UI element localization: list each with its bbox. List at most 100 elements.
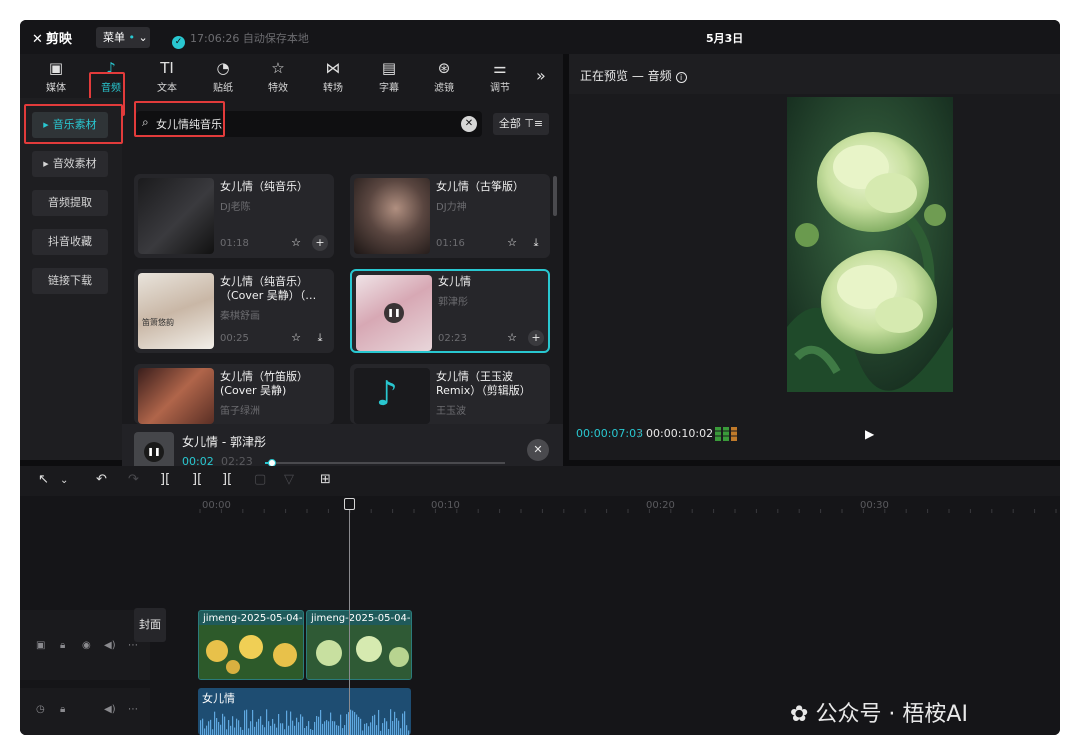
thumbnail-caption: 笛箫悠韵	[142, 318, 174, 327]
filter-label: 全部	[498, 117, 521, 130]
split-icon[interactable]: ][	[160, 472, 170, 487]
speaker-icon[interactable]: ◀)	[104, 640, 116, 651]
sub-nav-audio-extract[interactable]: 音频提取	[32, 190, 108, 216]
sub-nav-link-download[interactable]: 链接下载	[32, 268, 108, 294]
project-date: 5月3日	[706, 32, 744, 45]
favorite-icon[interactable]: ☆	[504, 330, 520, 346]
audio-sub-nav: ▶ 音乐素材 ▶ 音效素材 音频提取 抖音收藏 链接下载	[20, 98, 122, 460]
tab-subtitle[interactable]: ▤ 字幕	[365, 58, 413, 96]
undo-icon[interactable]: ↶	[96, 472, 107, 487]
marker-icon[interactable]: ▽	[284, 472, 294, 487]
redo-icon[interactable]: ↷	[128, 472, 139, 487]
music-artist: DJ力神	[436, 202, 467, 213]
sticker-icon: ◔	[216, 59, 230, 77]
split-right-icon[interactable]: ][	[222, 472, 232, 487]
download-icon[interactable]: ⤓	[528, 235, 544, 251]
music-title: 女儿情（古筝版）	[436, 180, 524, 193]
tab-text[interactable]: TI 文本	[143, 58, 191, 96]
tab-sticker[interactable]: ◔ 贴纸	[199, 58, 247, 96]
check-icon: ✓	[172, 36, 185, 49]
audio-clip[interactable]: 女儿情	[198, 688, 411, 735]
music-duration: 00:25	[220, 333, 249, 344]
play-icon[interactable]: ▶	[865, 427, 874, 441]
audio-waveform	[200, 709, 410, 735]
music-title: 女儿情（纯音乐）（Cover 吴静）（…	[220, 275, 317, 302]
pause-icon[interactable]: ❚❚	[384, 303, 404, 323]
tab-label: 媒体	[46, 83, 66, 94]
favorite-icon[interactable]: ☆	[504, 235, 520, 251]
split-left-icon[interactable]: ][	[192, 472, 202, 487]
music-card[interactable]: 笛箫悠韵 女儿情（纯音乐）（Cover 吴静）（… 秦棋舒画 00:25 ☆ ⤓	[134, 269, 334, 353]
close-icon[interactable]: ✕	[527, 439, 549, 461]
music-card[interactable]: 女儿情（纯音乐） DJ老陈 01:18 ☆ +	[134, 174, 334, 258]
playhead-handle[interactable]	[344, 498, 355, 510]
more-tabs-icon[interactable]: »	[536, 66, 546, 85]
menu-button[interactable]: 菜单 • ⌄	[96, 27, 150, 48]
ruler-ticks	[199, 509, 1057, 513]
subtitle-icon: ▤	[381, 59, 397, 77]
chevron-down-icon[interactable]: ⌄	[60, 475, 68, 486]
music-title: 女儿情（纯音乐）	[220, 180, 308, 193]
timeline-ruler[interactable]: 00:00 00:10 00:20 00:30	[198, 498, 1060, 514]
music-thumbnail: 笛箫悠韵	[138, 273, 214, 349]
lock-icon[interactable]: 🔒︎	[60, 704, 65, 715]
music-thumbnail	[354, 178, 430, 254]
sub-nav-sound-effects[interactable]: ▶ 音效素材	[32, 151, 108, 177]
favorite-icon[interactable]: ☆	[288, 235, 304, 251]
player-progress-slider[interactable]	[265, 459, 505, 467]
tab-media[interactable]: ▣ 媒体	[32, 58, 80, 96]
eye-icon[interactable]: ◉	[82, 640, 91, 651]
download-icon[interactable]: ⤓	[312, 330, 328, 346]
tab-effects[interactable]: ☆ 特效	[254, 58, 302, 96]
video-clip[interactable]: jimeng-2025-05-04-9	[306, 610, 412, 680]
sub-nav-label: 链接下载	[48, 274, 92, 287]
music-card[interactable]: 女儿情（竹笛版）(Cover 吴静) 笛子绿洲	[134, 364, 334, 424]
tab-label: 调节	[490, 83, 510, 94]
audio-clip-name: 女儿情	[202, 692, 235, 705]
music-title: 女儿情（竹笛版）(Cover 吴静)	[220, 370, 308, 397]
clip-frames	[307, 625, 411, 679]
results-scrollbar[interactable]	[553, 176, 557, 216]
lock-icon[interactable]: 🔒︎	[60, 640, 65, 651]
more-icon[interactable]: ⋯	[128, 704, 138, 715]
tab-filter[interactable]: ⊛ 滤镜	[420, 58, 468, 96]
watermark-text: 公众号 · 梧桉AI	[815, 702, 968, 727]
preview-image	[787, 97, 953, 392]
cover-button[interactable]: 封面	[134, 608, 166, 642]
info-icon[interactable]: i	[675, 72, 687, 83]
materials-panel: ▣媒体 ♪音频 TI文本 ◔贴纸 ☆特效 ⋈转场 ▤字幕 ⊛滤镜	[20, 54, 563, 480]
auto-caption-icon[interactable]: ⊞	[320, 472, 331, 487]
sub-nav-douyin-favorites[interactable]: 抖音收藏	[32, 229, 108, 255]
filter-button[interactable]: 全部 ⊤≡	[493, 113, 549, 135]
audio-track-header: ◷ 🔒︎ ◀) ⋯	[20, 688, 150, 735]
speaker-icon[interactable]: ◀)	[104, 704, 116, 715]
delete-icon[interactable]: ▢	[254, 472, 266, 487]
add-icon[interactable]: +	[312, 235, 328, 251]
jianying-app: ✕ 剪映 菜单 • ⌄ ✓ 17:06:26 自动保存本地 5月3日 ▣ 媒体 ♪ 音频…	[20, 20, 1060, 735]
add-icon[interactable]: +	[528, 330, 544, 346]
music-card[interactable]: 女儿情（古筝版） DJ力神 01:16 ☆ ⤓	[350, 174, 550, 258]
music-card[interactable]: ♪ 女儿情（王玉波 Remix）（剪辑版） 王玉波	[350, 364, 550, 424]
preview-header: 正在预览 — 音频 i	[569, 54, 1060, 94]
clear-search-icon[interactable]: ✕	[461, 116, 477, 132]
select-cursor-icon[interactable]: ↖	[38, 472, 49, 487]
media-icon: ▣	[48, 59, 64, 77]
pause-icon[interactable]: ❚❚	[144, 442, 164, 462]
wechat-icon: ✿	[790, 702, 816, 727]
music-title: 女儿情（王玉波 Remix）（剪辑版）	[436, 370, 531, 397]
music-nav-highlight	[24, 104, 123, 144]
tab-adjust[interactable]: ⚌ 调节	[476, 58, 524, 96]
app-logo: ✕ 剪映	[32, 28, 72, 47]
music-card-selected[interactable]: ❚❚ 女儿情 郭津彤 02:23 ☆ +	[350, 269, 550, 353]
adjust-icon: ⚌	[493, 59, 507, 77]
playhead[interactable]	[349, 498, 350, 735]
music-thumbnail	[138, 178, 214, 254]
tab-label: 贴纸	[213, 83, 233, 94]
effects-icon: ☆	[271, 59, 285, 77]
favorite-icon[interactable]: ☆	[288, 330, 304, 346]
video-clip[interactable]: jimeng-2025-05-04-9	[198, 610, 304, 680]
timecode-separator: /	[638, 427, 642, 440]
music-duration: 01:18	[220, 238, 249, 249]
timecode-current: 00:00:07:03	[576, 427, 644, 440]
tab-transition[interactable]: ⋈ 转场	[309, 58, 357, 96]
